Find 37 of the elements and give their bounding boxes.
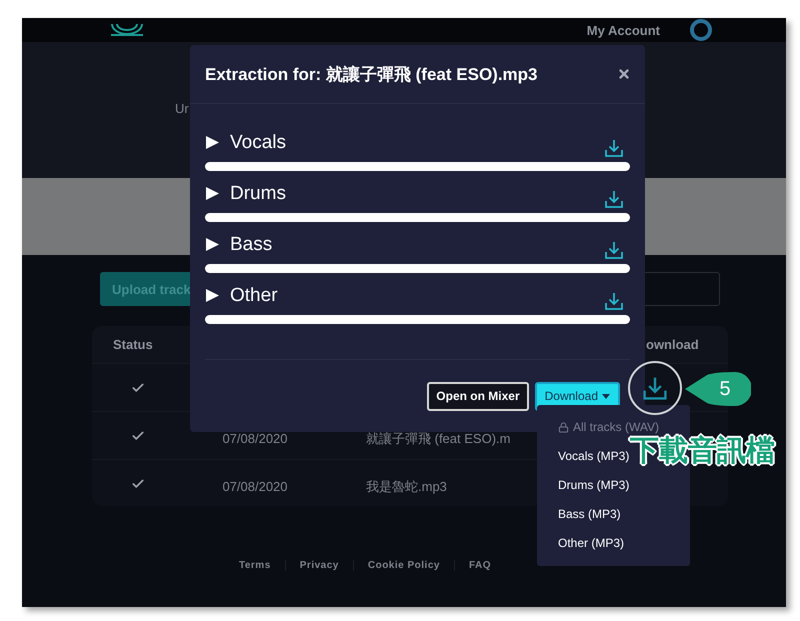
step-callout: 5	[685, 372, 751, 406]
play-icon[interactable]	[205, 288, 220, 303]
play-icon[interactable]	[205, 186, 220, 201]
download-icon[interactable]	[642, 375, 668, 401]
stem-name: Other	[230, 284, 278, 306]
file-name-cell-text: 我是魯蛇.mp3	[366, 478, 447, 496]
menu-item[interactable]: Vocals (MP3)	[558, 449, 630, 464]
caret-icon	[602, 394, 610, 398]
annotation-caption: 下載音訊檔	[630, 437, 775, 466]
dialog-title: Extraction for: 就讓子彈飛 (feat ESO).mp3	[205, 64, 538, 86]
column-header: ownload	[646, 337, 700, 352]
footer-link[interactable]: Privacy	[284, 560, 353, 571]
date-cell-text: 07/08/2020	[221, 478, 289, 494]
banner-text: Ur	[175, 101, 189, 116]
stem-name: Bass	[230, 234, 272, 256]
close-icon[interactable]	[617, 67, 631, 81]
menu-item[interactable]: Other (MP3)	[558, 536, 624, 551]
date-cell-text: 07/08/2020	[221, 430, 289, 446]
file-name-cell-text: 就讓子彈飛 (feat ESO).m	[366, 430, 510, 448]
lock-icon	[558, 422, 569, 433]
footer-link[interactable]: Cookie Policy	[352, 560, 454, 571]
download-icon[interactable]	[604, 138, 624, 158]
column-header: Status	[112, 337, 154, 352]
stem-name: Drums	[230, 182, 286, 204]
account-link[interactable]: My Account	[586, 22, 660, 38]
open-mixer-button[interactable]: Open on Mixer	[427, 382, 529, 410]
play-icon[interactable]	[205, 135, 220, 150]
footer-link[interactable]: FAQ	[454, 560, 505, 571]
logo-icon	[110, 24, 144, 36]
download-icon[interactable]	[604, 240, 624, 260]
stem-name: Vocals	[230, 132, 286, 154]
menu-item[interactable]: Bass (MP3)	[558, 507, 621, 522]
play-icon[interactable]	[205, 237, 220, 252]
menu-item[interactable]: Drums (MP3)	[558, 478, 630, 493]
download-icon[interactable]	[604, 290, 624, 310]
download-icon[interactable]	[604, 188, 624, 208]
footer-link[interactable]: Terms	[224, 560, 285, 571]
